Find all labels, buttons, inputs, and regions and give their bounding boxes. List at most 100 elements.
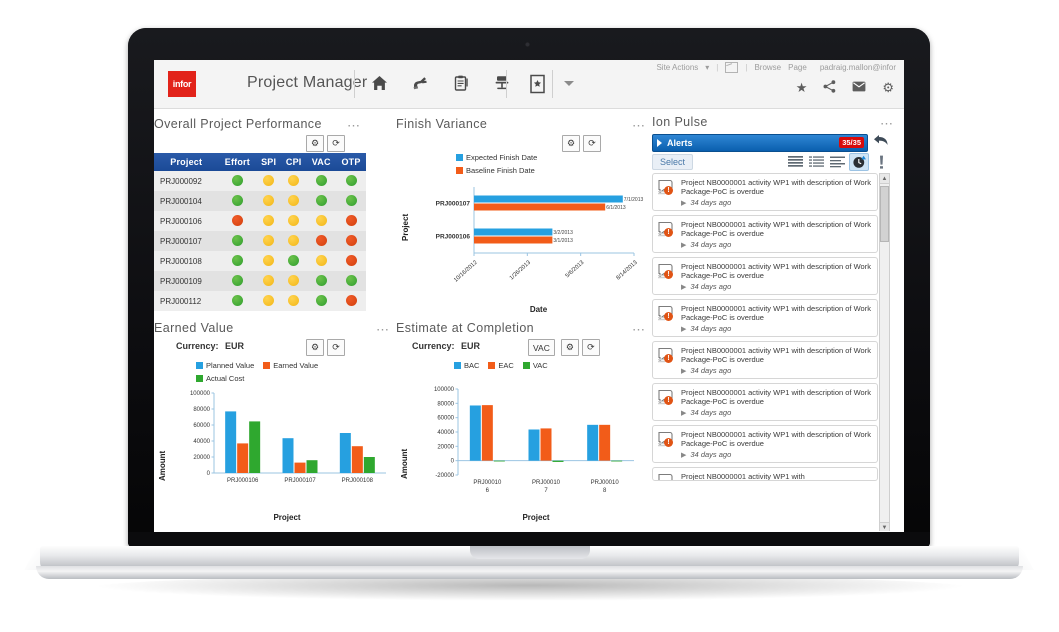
compact-view-icon[interactable] <box>828 154 846 170</box>
status-dot-cell <box>281 291 306 311</box>
chevron-down-icon[interactable] <box>564 81 574 86</box>
alert-item[interactable]: ! Project NB0000001 activity WP1 with des… <box>652 425 878 463</box>
svg-text:PRJ000107: PRJ000107 <box>284 478 316 484</box>
alert-expand-icon[interactable]: ▶ <box>681 409 686 417</box>
alerts-list[interactable]: ! Project NB0000001 activity WP1 with des… <box>652 173 890 531</box>
star-icon[interactable]: ★ <box>796 81 808 94</box>
panel-menu-estimate-at-completion[interactable]: ⋯ <box>632 323 645 336</box>
status-dot-g <box>231 194 243 206</box>
clipboard-icon[interactable] <box>448 69 474 97</box>
alert-expand-icon[interactable]: ▶ <box>681 199 686 207</box>
hand-pointer-icon[interactable] <box>407 69 433 97</box>
status-dot-g <box>315 294 327 306</box>
user-account-label[interactable]: padraig.mallon@infor <box>820 63 896 72</box>
status-dot-r <box>345 294 357 306</box>
status-dot-g <box>315 274 327 286</box>
exclamation-icon[interactable] <box>872 154 890 170</box>
page-tab[interactable]: Page <box>788 63 807 72</box>
alert-expand-icon[interactable]: ▶ <box>681 367 686 375</box>
undo-arrow-icon[interactable] <box>873 133 890 152</box>
alert-item[interactable]: ! Project NB0000001 activity WP1 with des… <box>652 383 878 421</box>
refresh-button-earned-value[interactable]: ⟳ <box>327 339 345 356</box>
settings-button-overall[interactable]: ⚙ <box>306 135 324 152</box>
eac-xlabel: Project <box>522 513 550 522</box>
panel-menu-overall[interactable]: ⋯ <box>347 119 360 132</box>
svg-text:60000: 60000 <box>437 416 454 422</box>
clock-icon[interactable] <box>849 153 869 171</box>
status-dot-cell <box>306 191 336 211</box>
alert-item[interactable]: !Project NB0000001 activity WP1 with▶ <box>652 467 878 481</box>
alert-timestamp: 34 days ago <box>690 450 732 460</box>
status-dot-y <box>263 174 275 186</box>
ribbon-toggle-icon[interactable] <box>725 62 739 73</box>
alerts-header-bar[interactable]: Alerts 35/35 <box>652 133 868 152</box>
site-actions-caret-icon[interactable]: ▾ <box>705 63 709 72</box>
alert-expand-icon[interactable]: ▶ <box>681 451 686 459</box>
alerts-scrollbar-thumb[interactable] <box>880 186 889 242</box>
select-button[interactable]: Select <box>652 154 694 170</box>
gear-icon[interactable]: ⚙ <box>882 81 894 94</box>
alert-expand-icon[interactable]: ▶ <box>681 325 686 333</box>
home-icon[interactable] <box>366 69 392 97</box>
panel-earned-value: Earned Value ⋯ Currency: EUR ⚙ ⟳ Planned… <box>154 321 394 522</box>
status-dot-y <box>263 214 275 226</box>
table-row[interactable]: PRJ000107 <box>154 231 366 251</box>
detail-view-icon[interactable] <box>807 154 825 170</box>
panel-menu-earned-value[interactable]: ⋯ <box>376 323 389 336</box>
scroll-up-arrow-icon[interactable]: ▲ <box>880 174 889 184</box>
office-chair-icon[interactable] <box>489 69 515 97</box>
webcam-icon <box>525 42 530 47</box>
refresh-button-overall[interactable]: ⟳ <box>327 135 345 152</box>
table-row[interactable]: PRJ000109 <box>154 271 366 291</box>
alert-item[interactable]: ! Project NB0000001 activity WP1 with des… <box>652 215 878 253</box>
status-dot-cell <box>218 171 256 191</box>
alert-item[interactable]: ! Project NB0000001 activity WP1 with des… <box>652 341 878 379</box>
browse-tab[interactable]: Browse <box>754 63 781 72</box>
panel-menu-ion-pulse[interactable]: ⋯ <box>880 117 893 130</box>
table-row[interactable]: PRJ000108 <box>154 251 366 271</box>
settings-button-finish-variance[interactable]: ⚙ <box>562 135 580 152</box>
svg-text:20000: 20000 <box>193 455 210 461</box>
status-dot-g <box>231 274 243 286</box>
mail-icon[interactable] <box>852 81 866 94</box>
table-row[interactable]: PRJ000104 <box>154 191 366 211</box>
alert-expand-icon[interactable]: ▶ <box>681 241 686 249</box>
alerts-scrollbar-track[interactable]: ▲ ▼ <box>879 173 890 531</box>
table-row[interactable]: PRJ000106 <box>154 211 366 231</box>
alert-timestamp: 34 days ago <box>690 408 732 418</box>
alert-expand-icon[interactable]: ▶ <box>681 283 686 291</box>
refresh-button-finish-variance[interactable]: ⟳ <box>583 135 601 152</box>
topbar-divider-3 <box>552 70 553 98</box>
panel-estimate-at-completion: Estimate at Completion ⋯ Currency: EUR V… <box>396 321 646 522</box>
settings-button-earned-value[interactable]: ⚙ <box>306 339 324 356</box>
settings-button-eac[interactable]: ⚙ <box>560 339 579 356</box>
status-dot-cell <box>256 191 281 211</box>
alert-item[interactable]: ! Project NB0000001 activity WP1 with des… <box>652 173 878 211</box>
document-star-icon[interactable] <box>526 71 550 97</box>
share-icon[interactable] <box>823 80 836 95</box>
status-dot-cell <box>306 251 336 271</box>
status-dot-y <box>288 214 300 226</box>
status-dot-g <box>345 174 357 186</box>
vac-toggle-button[interactable]: VAC <box>528 339 555 356</box>
alert-item[interactable]: ! Project NB0000001 activity WP1 with des… <box>652 299 878 337</box>
panel-title-finish-variance: Finish Variance <box>396 117 488 131</box>
scroll-down-arrow-icon[interactable]: ▼ <box>880 522 889 531</box>
site-actions-menu[interactable]: Site Actions <box>656 63 698 72</box>
legend-item-earned-value: Earned Value <box>263 361 318 370</box>
table-row[interactable]: PRJ000112 <box>154 291 366 311</box>
refresh-button-eac[interactable]: ⟳ <box>581 339 600 356</box>
table-header-row: Project Effort SPI CPI VAC OTP <box>154 153 366 171</box>
cell-project: PRJ000112 <box>160 296 202 306</box>
status-dot-g <box>345 194 357 206</box>
panel-title-earned-value: Earned Value <box>154 321 234 335</box>
alert-item[interactable]: ! Project NB0000001 activity WP1 with des… <box>652 257 878 295</box>
cell-project: PRJ000104 <box>160 196 202 206</box>
list-view-icon[interactable] <box>786 154 804 170</box>
status-dot-cell <box>256 291 281 311</box>
status-dot-cell <box>218 191 256 211</box>
panel-menu-finish-variance[interactable]: ⋯ <box>632 119 645 132</box>
infor-logo: infor <box>168 71 196 97</box>
status-dot-g <box>231 174 243 186</box>
table-row[interactable]: PRJ000092 <box>154 171 366 191</box>
